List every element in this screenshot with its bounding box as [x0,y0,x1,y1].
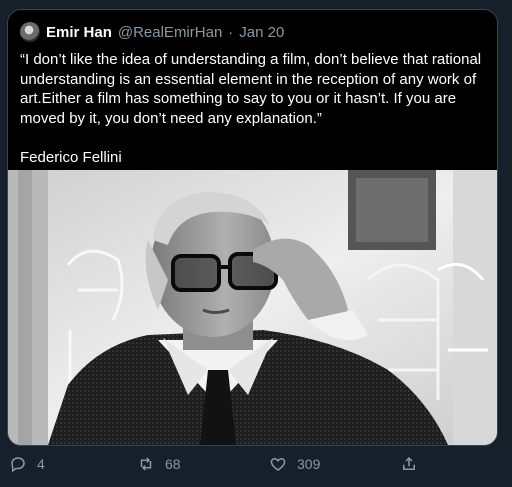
tweet-photo[interactable] [8,170,497,445]
tweet-text: “I don’t like the idea of understanding … [20,50,490,168]
tweet-card[interactable]: Emir Han @RealEmirHan · Jan 20 “I don’t … [7,9,498,446]
tweet-date[interactable]: Jan 20 [239,24,284,41]
share-icon [403,456,415,470]
retweet-icon [140,457,152,471]
retweet-button[interactable]: 68 [137,455,181,473]
tweet-header: Emir Han @RealEmirHan · Jan 20 [20,21,284,43]
heart-icon [270,457,286,471]
reply-icon [11,457,25,473]
handle[interactable]: @RealEmirHan [118,24,222,41]
avatar[interactable] [20,22,40,42]
retweet-count: 68 [165,456,181,472]
reply-count: 4 [37,456,45,472]
tweet-actions: 4 68 309 [0,455,512,481]
display-name[interactable]: Emir Han [46,24,112,41]
quote-text: “I don’t like the idea of understanding … [20,51,482,127]
like-button[interactable]: 309 [269,455,320,473]
reply-button[interactable]: 4 [9,455,45,473]
like-count: 309 [297,456,321,472]
share-button[interactable] [400,455,418,473]
author-name: Federico Fellini [20,149,122,166]
separator-dot: · [228,23,234,41]
